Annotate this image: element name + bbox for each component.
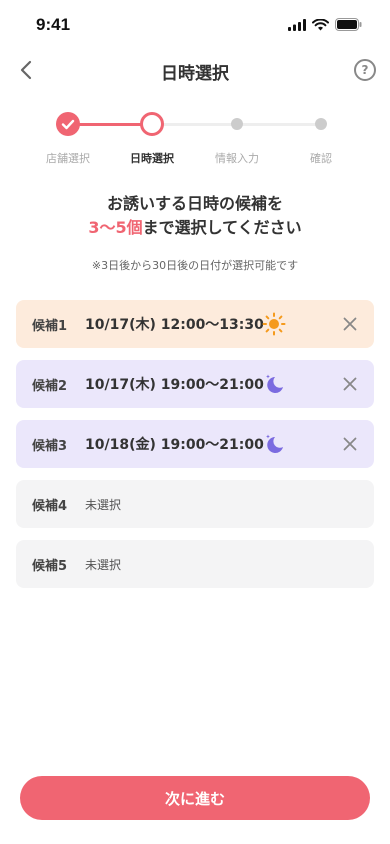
step-1-label: 店舗選択 xyxy=(46,152,90,165)
signal-icon xyxy=(288,18,306,31)
candidate-label: 候補3 xyxy=(32,438,68,454)
next-button[interactable]: 次に進む xyxy=(20,776,370,820)
close-icon xyxy=(343,317,357,331)
step-3-pending-dot xyxy=(231,118,243,130)
step-4-pending-dot xyxy=(315,118,327,130)
moon-icon xyxy=(266,434,283,453)
candidate-label: 候補5 xyxy=(32,558,68,574)
instruction-headline: お誘いする日時の候補を 3〜5個まで選択してください xyxy=(0,192,390,240)
candidate-row-1[interactable]: 候補1 10/17(木) 12:00〜13:30 xyxy=(16,300,374,348)
close-icon xyxy=(343,437,357,451)
candidate-row-2[interactable]: 候補2 10/17(木) 19:00〜21:00 xyxy=(16,360,374,408)
status-icons xyxy=(288,18,362,31)
candidate-row-4[interactable]: 候補4 未選択 xyxy=(16,480,374,528)
check-icon xyxy=(61,119,75,130)
headline-line-1: お誘いする日時の候補を xyxy=(106,194,283,213)
candidate-empty-value: 未選択 xyxy=(85,497,122,512)
headline-highlight: 3〜5個 xyxy=(88,218,143,237)
remove-candidate-button[interactable] xyxy=(338,432,362,456)
step-3-label: 情報入力 xyxy=(215,152,259,165)
page-title: 日時選択 xyxy=(161,64,229,84)
date-range-note: ※3日後から30日後の日付が選択可能です xyxy=(91,259,299,272)
candidate-empty-value: 未選択 xyxy=(85,557,122,572)
help-button[interactable]: ? xyxy=(354,59,376,81)
candidate-row-3[interactable]: 候補3 10/18(金) 19:00〜21:00 xyxy=(16,420,374,468)
candidate-list: 候補1 10/17(木) 12:00〜13:30 候補2 10/17(木) 19… xyxy=(16,300,374,600)
sun-icon xyxy=(262,312,286,336)
candidate-row-5[interactable]: 候補5 未選択 xyxy=(16,540,374,588)
navigation-header: 日時選択 ? xyxy=(0,50,390,90)
headline-line-2: 3〜5個まで選択してください xyxy=(0,216,390,240)
candidate-label: 候補2 xyxy=(32,378,68,394)
candidate-datetime: 10/17(木) 12:00〜13:30 xyxy=(85,317,264,333)
moon-icon xyxy=(266,374,283,393)
wifi-icon xyxy=(312,18,329,30)
headline-line-2-rest: まで選択してください xyxy=(142,218,302,237)
close-icon xyxy=(343,377,357,391)
progress-stepper: 店舗選択 日時選択 情報入力 確認 xyxy=(0,110,390,170)
status-bar: 9:41 xyxy=(0,0,390,50)
candidate-label: 候補1 xyxy=(32,318,68,334)
step-2-label: 日時選択 xyxy=(130,152,174,165)
battery-icon xyxy=(335,18,362,31)
step-1-done-dot xyxy=(56,112,80,136)
step-4-label: 確認 xyxy=(310,152,332,165)
candidate-datetime: 10/18(金) 19:00〜21:00 xyxy=(85,437,264,453)
remove-candidate-button[interactable] xyxy=(338,372,362,396)
status-time: 9:41 xyxy=(36,15,71,34)
candidate-label: 候補4 xyxy=(32,498,68,514)
remove-candidate-button[interactable] xyxy=(338,312,362,336)
help-icon: ? xyxy=(361,63,369,77)
step-2-current-dot xyxy=(140,112,164,136)
candidate-datetime: 10/17(木) 19:00〜21:00 xyxy=(85,377,264,393)
